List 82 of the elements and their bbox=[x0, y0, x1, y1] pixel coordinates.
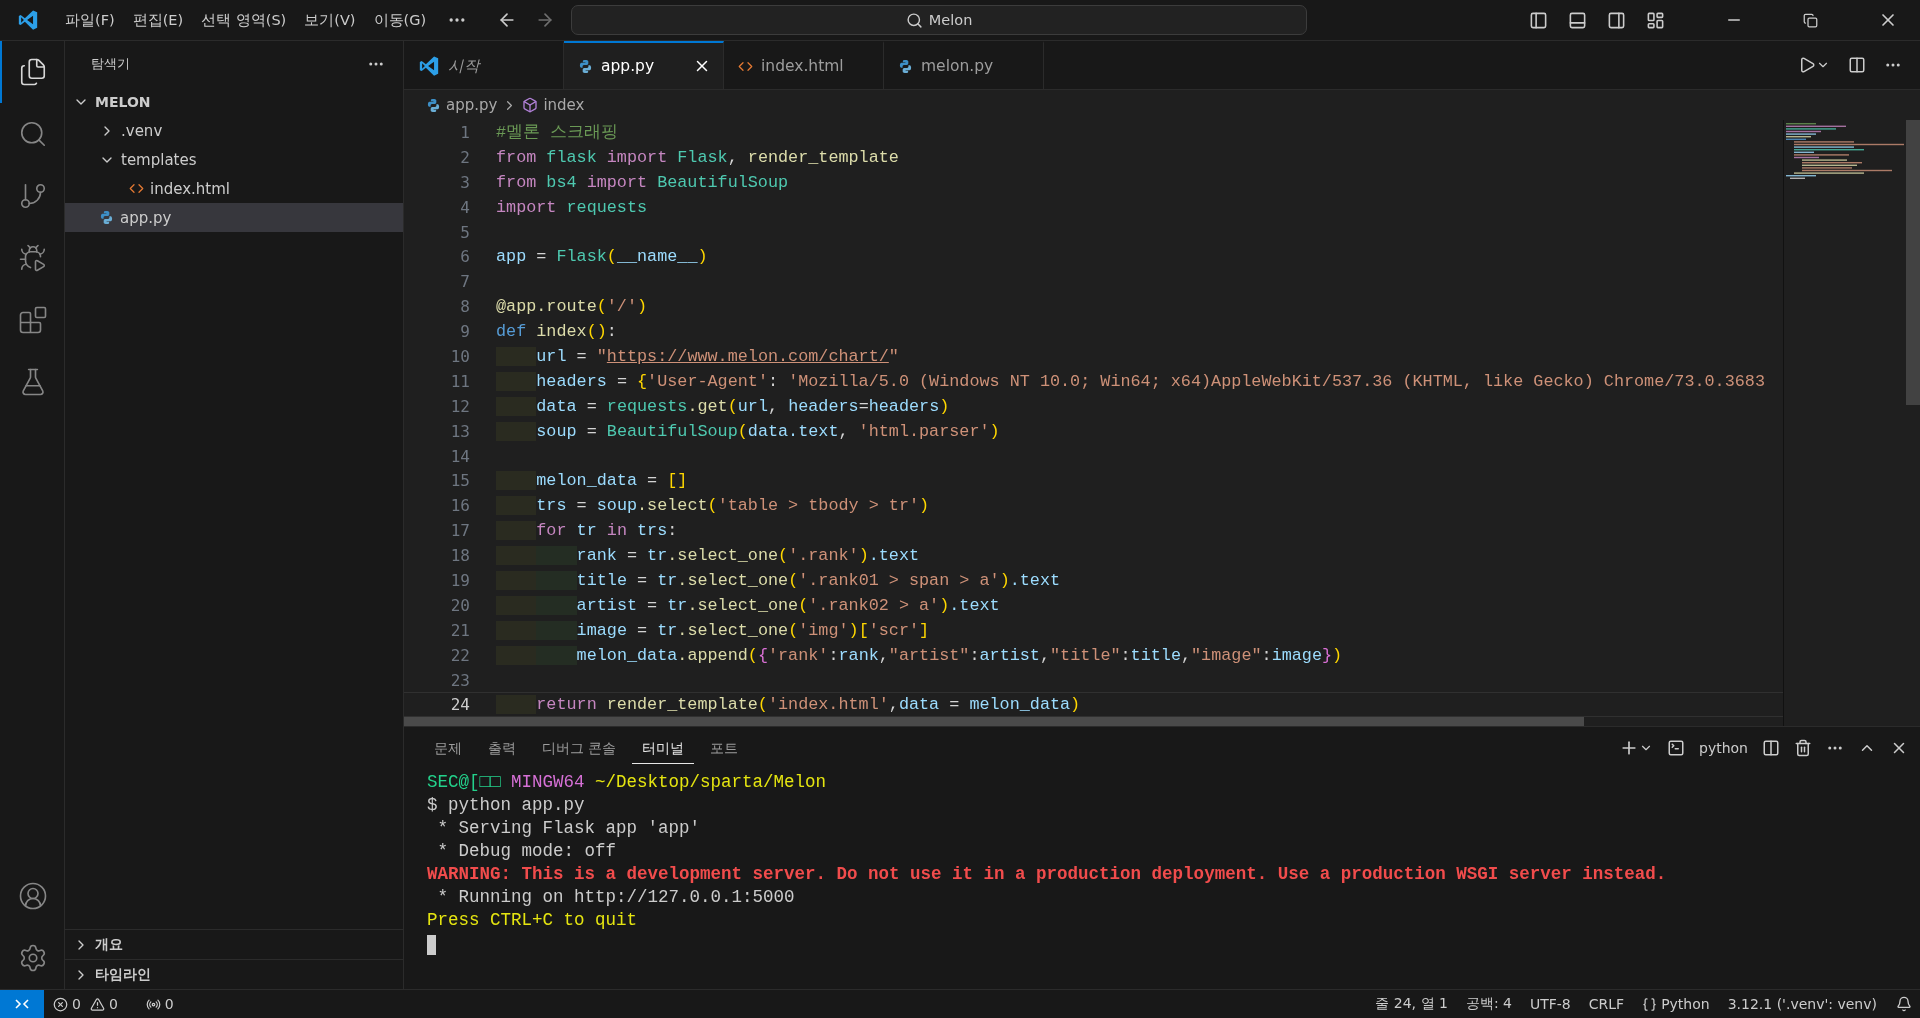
line-number: 13 bbox=[449, 421, 471, 441]
panel-tab[interactable]: 출력 bbox=[478, 732, 526, 764]
sidebar-title: 탐색기 bbox=[91, 55, 130, 73]
status-count[interactable]: 0 bbox=[108, 996, 118, 1012]
search-field[interactable]: Melon bbox=[571, 5, 1308, 35]
menu-item[interactable]: 선택 영역(S) bbox=[192, 6, 296, 34]
line-number: 16 bbox=[449, 496, 471, 516]
line-number: 20 bbox=[449, 595, 471, 615]
file-item[interactable]: index.html bbox=[65, 174, 403, 203]
menu-item[interactable]: 보기(V) bbox=[295, 6, 365, 34]
status-item[interactable]: 공백: 4 bbox=[1465, 995, 1512, 1013]
line-number: 4 bbox=[459, 197, 471, 217]
code-line: app = Flask(__name__) bbox=[496, 246, 708, 269]
breadcrumb-item[interactable]: index bbox=[543, 96, 585, 114]
code-line: @app.route('/') bbox=[496, 296, 648, 319]
line-number: 23 bbox=[449, 670, 471, 690]
status-item[interactable]: CRLF bbox=[1588, 996, 1625, 1012]
code-line: melon_data = [] bbox=[496, 469, 688, 493]
menu-item[interactable]: 파일(F) bbox=[56, 6, 124, 34]
line-number: 21 bbox=[449, 620, 471, 640]
terminal-line: * Serving Flask app 'app' bbox=[436, 817, 702, 840]
line-number: 12 bbox=[449, 396, 471, 416]
status-item[interactable]: UTF-8 bbox=[1529, 996, 1571, 1012]
terminal-line: * Debug mode: off bbox=[436, 840, 618, 863]
status-count[interactable]: 0 bbox=[164, 996, 174, 1012]
terminal-name[interactable]: python bbox=[1699, 740, 1748, 756]
line-number: 22 bbox=[449, 645, 471, 665]
code-line: def index(): bbox=[496, 321, 617, 344]
line-number: 3 bbox=[459, 172, 471, 192]
line-number: 14 bbox=[449, 446, 471, 466]
line-number: 17 bbox=[449, 521, 471, 541]
section-header[interactable]: MELON bbox=[65, 87, 403, 116]
code-line: soup = BeautifulSoup(data.text, 'html.parser') bbox=[496, 419, 1000, 443]
terminal-line: SEC@[□□ MINGW64 ~/Desktop/sparta/Melon bbox=[427, 771, 828, 794]
line-number: 10 bbox=[449, 346, 471, 366]
code-line: headers = {'User-Agent': 'Mozilla/5.0 (Windows NT 10.0; Win64; x64)AppleWebKit/537.36 (KHTML, like Gecko) Chrome/73.0.3683 bbox=[496, 369, 1765, 393]
terminal-line: * Running on http://127.0.0.1:5000 bbox=[436, 886, 796, 909]
menu-item[interactable]: 편집(E) bbox=[123, 6, 193, 34]
code-line: trs = soup.select('table > tbody > tr') bbox=[496, 494, 930, 518]
status-item[interactable]: Python bbox=[1661, 996, 1710, 1012]
code-line: url = "https://www.melon.com/chart/" bbox=[496, 344, 899, 368]
breadcrumb-item[interactable]: app.py bbox=[446, 96, 498, 114]
line-number: 24 bbox=[449, 695, 471, 715]
status-item[interactable]: 3.12.1 ('.venv': venv) bbox=[1727, 996, 1877, 1012]
code-line: return render_template('index.html',data = melon_data) bbox=[496, 693, 1081, 717]
line-number: 19 bbox=[449, 570, 471, 590]
code-line: title = tr.select_one('.rank01 > span > a').text bbox=[496, 569, 1061, 592]
panel-tab[interactable]: 디버그 콘솔 bbox=[532, 732, 627, 764]
line-number: 7 bbox=[459, 272, 471, 292]
panel-tab[interactable]: 터미널 bbox=[632, 732, 695, 764]
folder-item[interactable]: templates bbox=[65, 145, 403, 174]
code-line: from flask import Flask, render_template bbox=[496, 146, 899, 169]
line-number: 2 bbox=[459, 147, 471, 167]
code-line: image = tr.select_one('img')['scr'] bbox=[496, 618, 930, 642]
terminal-line: WARNING: This is a development server. Do not use it in a production deployment. Use a production WSGI server instead. bbox=[427, 863, 1668, 886]
terminal-line: $ python app.py bbox=[427, 794, 586, 817]
code-line: import requests bbox=[496, 196, 648, 219]
panel-tab[interactable]: 문제 bbox=[424, 732, 472, 764]
line-number: 8 bbox=[459, 297, 471, 317]
status-item[interactable]: 줄 24, 열 1 bbox=[1375, 995, 1448, 1013]
editor-tab[interactable]: app.py bbox=[564, 41, 724, 89]
line-number: 15 bbox=[449, 471, 471, 491]
panel-tab[interactable]: 포트 bbox=[700, 732, 749, 764]
code-line: from bs4 import BeautifulSoup bbox=[496, 171, 789, 194]
code-line: #멜론 스크래핑 bbox=[496, 121, 619, 144]
line-number: 18 bbox=[449, 546, 471, 566]
line-number: 11 bbox=[449, 371, 471, 391]
terminal-line: Press CTRL+C to quit bbox=[427, 909, 639, 932]
code-line: for tr in trs: bbox=[496, 519, 678, 543]
line-number: 1 bbox=[459, 122, 471, 142]
folder-item[interactable]: .venv bbox=[65, 116, 403, 145]
code-line: data = requests.get(url, headers=headers) bbox=[496, 394, 950, 418]
code-line: melon_data.append({'rank':rank,"artist":artist,"title":title,"image":image}) bbox=[496, 643, 1343, 667]
line-number: 6 bbox=[459, 247, 471, 267]
section-header[interactable]: 개요 bbox=[65, 929, 403, 959]
line-number: 5 bbox=[459, 222, 471, 242]
code-line: rank = tr.select_one('.rank').text bbox=[496, 544, 920, 568]
file-item[interactable]: app.py bbox=[65, 203, 403, 232]
line-number: 9 bbox=[459, 322, 471, 342]
menu-item[interactable]: 이동(G) bbox=[364, 6, 436, 34]
code-line: artist = tr.select_one('.rank02 > a').text bbox=[496, 593, 1000, 617]
status-count[interactable]: 0 bbox=[72, 996, 81, 1012]
